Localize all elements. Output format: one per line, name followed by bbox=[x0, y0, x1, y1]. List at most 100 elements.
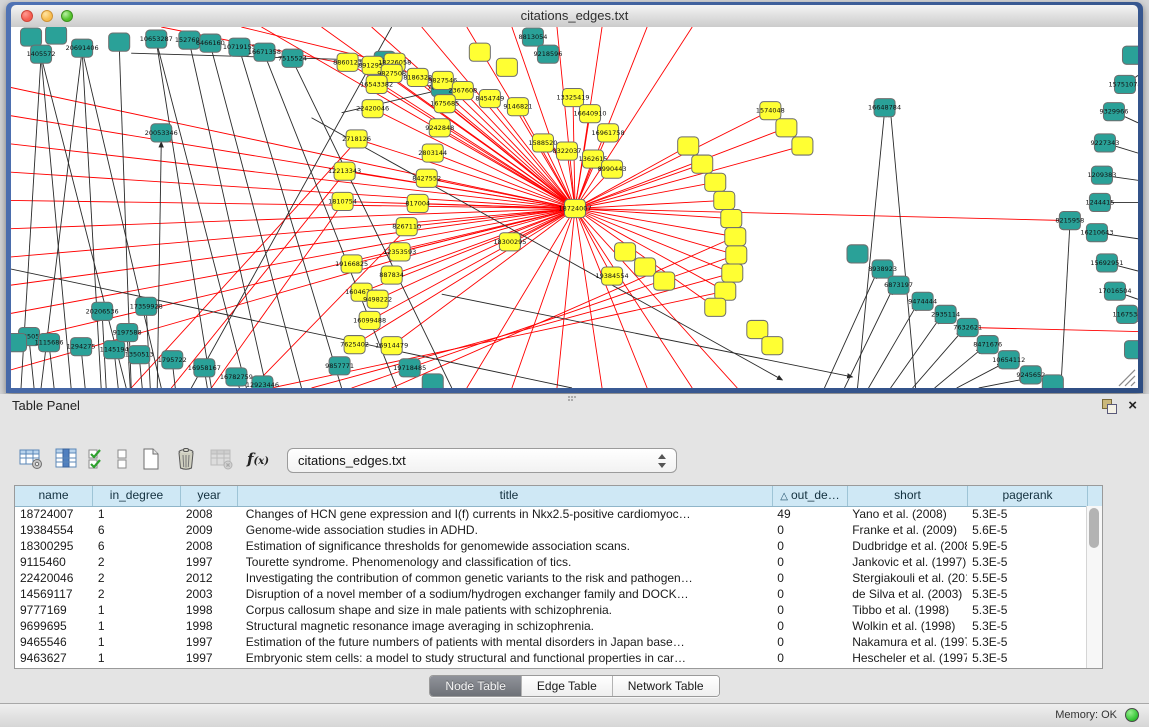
close-panel-icon[interactable]: × bbox=[1128, 399, 1137, 413]
network-node[interactable]: 22420046 bbox=[356, 100, 389, 118]
tab-network-table[interactable]: Network Table bbox=[613, 676, 719, 696]
network-node[interactable]: 1405572 bbox=[27, 45, 56, 63]
network-node[interactable]: 1350513 bbox=[125, 346, 154, 364]
network-node[interactable] bbox=[692, 155, 713, 173]
network-node[interactable] bbox=[635, 258, 656, 276]
network-node[interactable]: 20053346 bbox=[145, 124, 178, 142]
network-node[interactable] bbox=[726, 246, 747, 264]
table-row[interactable]: 1938455462009Genome-wide association stu… bbox=[15, 522, 1087, 538]
table-mode-icon[interactable] bbox=[16, 444, 46, 474]
network-node[interactable]: 6466160 bbox=[196, 34, 225, 52]
network-node[interactable] bbox=[725, 228, 746, 246]
function-builder-icon[interactable]: f(x) bbox=[241, 444, 275, 474]
network-node[interactable] bbox=[722, 264, 743, 282]
network-node[interactable]: 9498222 bbox=[363, 290, 392, 308]
network-node[interactable]: 8471676 bbox=[973, 336, 1002, 354]
network-node[interactable]: 10653287 bbox=[140, 30, 173, 48]
close-window-button[interactable] bbox=[21, 10, 33, 22]
network-node[interactable]: 8267110 bbox=[392, 218, 421, 236]
table-row[interactable]: 977716911998Corpus callosum shape and si… bbox=[15, 602, 1087, 618]
column-header-name[interactable]: name bbox=[15, 486, 93, 506]
network-node[interactable]: 15751074 bbox=[1108, 75, 1138, 93]
float-panel-icon[interactable] bbox=[1102, 399, 1116, 413]
scrollbar-thumb[interactable] bbox=[1089, 508, 1099, 548]
tab-edge-table[interactable]: Edge Table bbox=[522, 676, 613, 696]
network-node[interactable]: 9245652 bbox=[1016, 366, 1045, 384]
network-node[interactable]: 1675685 bbox=[430, 95, 459, 113]
network-node[interactable]: 13325419 bbox=[556, 89, 589, 107]
network-node[interactable] bbox=[714, 191, 735, 209]
network-node[interactable]: 8322037 bbox=[553, 142, 582, 160]
network-node[interactable]: 19718485 bbox=[393, 359, 426, 377]
network-node[interactable]: 1244415 bbox=[1085, 193, 1114, 211]
network-node[interactable]: 8813054 bbox=[518, 28, 547, 46]
network-node[interactable] bbox=[654, 272, 675, 290]
network-node[interactable] bbox=[847, 245, 868, 263]
network-node[interactable]: 9474444 bbox=[908, 292, 937, 310]
network-node[interactable]: 2803144 bbox=[418, 144, 447, 162]
network-node[interactable]: 1795722 bbox=[158, 351, 187, 369]
network-node[interactable] bbox=[422, 374, 443, 388]
select-all-icon[interactable] bbox=[86, 444, 108, 474]
network-node[interactable] bbox=[469, 43, 490, 61]
table-row[interactable]: 1456911722003Disruption of a novel membe… bbox=[15, 586, 1087, 602]
column-header-pagerank[interactable]: pagerank bbox=[968, 486, 1088, 506]
table-row[interactable]: 969969511998Structural magnetic resonanc… bbox=[15, 618, 1087, 634]
network-node[interactable] bbox=[1124, 341, 1138, 359]
deselect-all-icon[interactable] bbox=[113, 444, 131, 474]
network-node[interactable]: 2935114 bbox=[931, 305, 960, 323]
network-node[interactable] bbox=[715, 282, 736, 300]
zoom-window-button[interactable] bbox=[61, 10, 73, 22]
network-node[interactable] bbox=[46, 27, 67, 44]
network-node[interactable]: 19166825 bbox=[335, 255, 368, 273]
table-row[interactable]: 946362711997Embryonic stem cells: a mode… bbox=[15, 650, 1087, 666]
network-node[interactable] bbox=[705, 298, 726, 316]
column-header-out-degree[interactable]: △out_de… bbox=[773, 486, 848, 506]
network-node[interactable] bbox=[109, 33, 130, 51]
show-columns-icon[interactable] bbox=[51, 444, 81, 474]
network-node[interactable] bbox=[1042, 375, 1063, 388]
network-node[interactable] bbox=[762, 337, 783, 355]
table-row[interactable]: 911546021997Tourette syndrome. Phenomeno… bbox=[15, 554, 1087, 570]
network-node[interactable]: 9227343 bbox=[1090, 134, 1119, 152]
network-node[interactable] bbox=[705, 173, 726, 191]
delete-table-icon[interactable] bbox=[206, 444, 236, 474]
network-node[interactable] bbox=[11, 334, 27, 352]
network-node[interactable]: 8427552 bbox=[412, 169, 441, 187]
table-source-dropdown[interactable]: citations_edges.txt bbox=[287, 448, 677, 473]
network-node[interactable] bbox=[615, 243, 636, 261]
network-node[interactable] bbox=[1122, 46, 1138, 64]
network-node[interactable]: 8990443 bbox=[598, 160, 627, 178]
network-node[interactable]: 9857771 bbox=[325, 357, 354, 375]
column-header-short[interactable]: short bbox=[848, 486, 968, 506]
column-header-title[interactable]: title bbox=[238, 486, 773, 506]
network-node[interactable]: 9146821 bbox=[503, 98, 532, 116]
network-node[interactable]: 16210643 bbox=[1080, 224, 1113, 242]
network-node[interactable] bbox=[721, 210, 742, 228]
table-row[interactable]: 1830029562008Estimation of significance … bbox=[15, 538, 1087, 554]
network-node[interactable]: 1115686 bbox=[35, 334, 64, 352]
network-node[interactable]: 7515524 bbox=[278, 49, 307, 67]
table-row[interactable]: 2242004622012Investigating the contribut… bbox=[15, 570, 1087, 586]
network-node[interactable]: 1574048 bbox=[756, 102, 785, 120]
window-titlebar[interactable]: citations_edges.txt bbox=[11, 5, 1138, 28]
network-node[interactable]: 20691406 bbox=[66, 39, 99, 57]
column-header-in-degree[interactable]: in_degree bbox=[93, 486, 181, 506]
network-node[interactable]: 8215958 bbox=[1055, 212, 1084, 230]
new-column-icon[interactable] bbox=[136, 444, 166, 474]
network-node[interactable]: 8938923 bbox=[868, 260, 897, 278]
network-node[interactable]: 16648784 bbox=[868, 99, 901, 117]
network-node[interactable]: 1167534 bbox=[1113, 305, 1138, 323]
network-node[interactable] bbox=[792, 137, 813, 155]
network-node[interactable]: 12353593 bbox=[383, 243, 416, 261]
network-node[interactable]: 6873197 bbox=[884, 276, 913, 294]
network-node[interactable]: 7625402 bbox=[340, 336, 369, 354]
table-vertical-scrollbar[interactable] bbox=[1086, 506, 1102, 668]
network-node[interactable]: 16640910 bbox=[573, 105, 606, 123]
network-node[interactable]: 9197588 bbox=[113, 323, 142, 341]
network-node[interactable]: 1294275 bbox=[67, 338, 96, 356]
network-node[interactable]: 817004 bbox=[405, 194, 430, 212]
canvas-resize-grip[interactable] bbox=[1119, 370, 1135, 386]
network-node[interactable] bbox=[747, 320, 768, 338]
minimize-window-button[interactable] bbox=[41, 10, 53, 22]
